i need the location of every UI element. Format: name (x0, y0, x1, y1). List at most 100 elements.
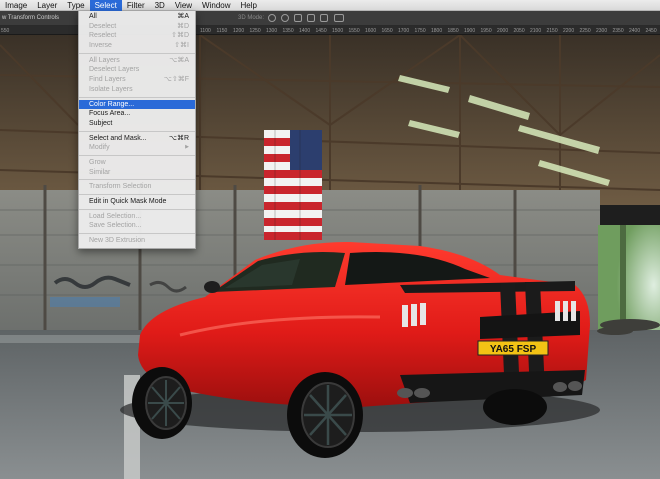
ruler-tick: 1850 (447, 28, 459, 34)
menu-item-focus-area[interactable]: Focus Area... (79, 109, 195, 119)
menu-item-isolate-layers[interactable]: Isolate Layers (79, 85, 195, 95)
ruler-tick: 1600 (365, 28, 377, 34)
ruler-tick: 1800 (431, 28, 443, 34)
menu-item-label: Grow (89, 158, 106, 166)
menu-item-deselect-layers[interactable]: Deselect Layers (79, 65, 195, 75)
ruler-tick: 1200 (233, 28, 245, 34)
menu-item-find-layers[interactable]: Find Layers ⌥⇧⌘F (79, 75, 195, 85)
ruler-tick: 2200 (563, 28, 575, 34)
menu-item-shortcut: ⇧⌘D (171, 32, 189, 40)
ruler-tick: 2000 (497, 28, 509, 34)
transform-controls-label[interactable]: w Transform Controls (0, 15, 59, 21)
menu-item-label: Deselect (89, 22, 117, 30)
menu-item-shortcut: ⌘A (177, 13, 189, 20)
menu-item-color-range[interactable]: Color Range... (79, 99, 195, 110)
video-icon[interactable] (334, 14, 344, 22)
ruler-tick: 1950 (480, 28, 492, 34)
menu-item-label: All Layers (89, 56, 120, 64)
menu-item-all[interactable]: All ⌘A (79, 12, 195, 22)
menu-item-label: Subject (89, 119, 113, 127)
menu-item-label: Load Selection... (89, 212, 142, 220)
ruler-tick: 1150 (216, 28, 228, 34)
ruler-tick: 2050 (513, 28, 525, 34)
license-plate-text: YA65 FSP (490, 344, 537, 355)
menu-item-subject[interactable]: Subject (79, 119, 195, 129)
menu-item-similar[interactable]: Similar (79, 168, 195, 178)
ruler-tick: 1650 (381, 28, 393, 34)
menu-item-reselect[interactable]: Reselect ⇧⌘D (79, 31, 195, 41)
ruler-tick: 2350 (612, 28, 624, 34)
menu-select[interactable]: Select (89, 0, 122, 11)
ruler-tick: 2250 (579, 28, 591, 34)
menu-item-inverse[interactable]: Inverse ⇧⌘I (79, 41, 195, 51)
ruler-tick: 2450 (645, 28, 657, 34)
menu-type[interactable]: Type (62, 0, 89, 11)
menu-separator (79, 179, 195, 181)
menu-item-label: Transform Selection (89, 183, 152, 191)
menu-item-label: Edit in Quick Mask Mode (89, 198, 167, 205)
ruler-tick: 550 (1, 28, 10, 34)
menu-item-edit-in-quick-mask-mode[interactable]: Edit in Quick Mask Mode (79, 197, 195, 207)
menu-item-transform-selection[interactable]: Transform Selection (79, 182, 195, 192)
menu-image[interactable]: Image (0, 0, 32, 11)
menu-3d[interactable]: 3D (150, 0, 170, 11)
ruler-tick: 2300 (596, 28, 608, 34)
menu-separator (79, 130, 195, 132)
menu-separator (79, 52, 195, 54)
menu-item-modify[interactable]: Modify ▶ (79, 143, 195, 153)
menu-item-label: New 3D Extrusion (89, 237, 146, 245)
ruler-tick: 1900 (464, 28, 476, 34)
menu-view[interactable]: View (170, 0, 197, 11)
ruler-tick: 1250 (249, 28, 261, 34)
menu-item-all-layers[interactable]: All Layers ⌥⌘A (79, 56, 195, 66)
ruler-tick: 1450 (315, 28, 327, 34)
far-rear-wheel (483, 389, 547, 425)
menu-item-label: Color Range... (89, 100, 135, 108)
rear-wheel (287, 372, 363, 458)
ruler-tick: 2150 (546, 28, 558, 34)
menu-item-label: Inverse (89, 42, 112, 50)
menu-item-load-selection[interactable]: Load Selection... (79, 212, 195, 222)
menu-separator (79, 194, 195, 195)
menu-item-shortcut: ⌘D (176, 22, 189, 30)
submenu-arrow-icon: ▶ (185, 144, 189, 151)
ruler-tick: 1550 (348, 28, 360, 34)
ruler-tick: 1700 (398, 28, 410, 34)
3d-scale-icon[interactable] (320, 14, 328, 22)
menu-item-new-3d-extrusion[interactable]: New 3D Extrusion (79, 236, 195, 246)
menu-item-deselect[interactable]: Deselect ⌘D (79, 22, 195, 32)
american-flag (264, 130, 322, 240)
menu-item-label: Deselect Layers (89, 66, 140, 74)
menu-item-save-selection[interactable]: Save Selection... (79, 221, 195, 231)
menubar: Image Layer Type Select Filter 3D View Window He… (0, 0, 660, 11)
menu-item-label: Isolate Layers (89, 85, 133, 93)
ruler-tick: 1300 (266, 28, 278, 34)
select-menu-dropdown: All ⌘A Deselect ⌘D Reselect ⇧⌘D Inverse ⇧⌘I All … (78, 11, 196, 249)
3d-pan-icon[interactable] (294, 14, 302, 22)
ruler-tick: 2100 (530, 28, 542, 34)
menu-item-label: Reselect (89, 32, 117, 40)
menu-separator (79, 233, 195, 235)
menu-help[interactable]: Help (236, 0, 262, 11)
menu-layer[interactable]: Layer (32, 0, 62, 11)
3d-roll-icon[interactable] (281, 14, 289, 22)
ruler-tick: 2400 (629, 28, 641, 34)
menu-window[interactable]: Window (197, 0, 235, 11)
menu-item-select-and-mask[interactable]: Select and Mask... ⌥⌘R (79, 134, 195, 144)
menu-item-label: Find Layers (89, 76, 126, 84)
menu-item-shortcut: ⇧⌘I (174, 42, 189, 50)
menu-item-label: Select and Mask... (89, 134, 147, 142)
menu-item-shortcut: ⌥⌘R (168, 134, 189, 142)
3d-slide-icon[interactable] (307, 14, 315, 22)
front-wheel (132, 367, 192, 439)
menu-item-label: Modify (89, 144, 110, 152)
menu-item-label: All (89, 13, 97, 20)
menu-separator (79, 96, 195, 98)
menu-item-shortcut: ⌥⌘A (169, 56, 189, 64)
menu-filter[interactable]: Filter (122, 0, 150, 11)
ruler-tick: 1350 (282, 28, 294, 34)
3d-mode-label: 3D Mode: (238, 15, 265, 21)
3d-rotate-icon[interactable] (268, 14, 276, 22)
menu-item-grow[interactable]: Grow (79, 158, 195, 168)
ruler-tick: 1500 (332, 28, 344, 34)
